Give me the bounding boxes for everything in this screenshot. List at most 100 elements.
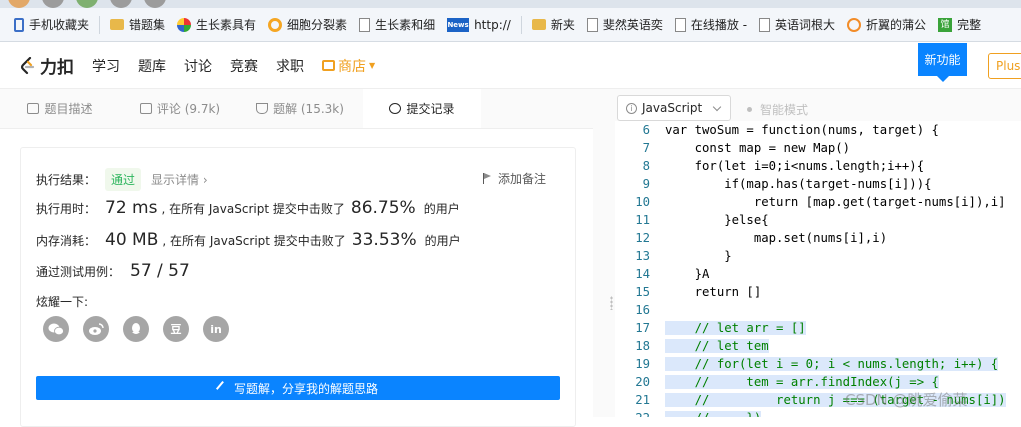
line-number: 21 — [635, 393, 650, 407]
browser-button[interactable] — [42, 0, 64, 8]
code-line[interactable]: 17 // let arr = [] — [615, 319, 1021, 337]
add-note-button[interactable]: 添加备注 — [483, 170, 546, 187]
status-badge: 通过 — [105, 168, 142, 191]
language-value: JavaScript — [642, 101, 703, 115]
bookmark-item[interactable]: 英语词根大 — [753, 12, 841, 38]
nav-shop[interactable]: 商店 ▼ — [322, 56, 375, 76]
bookmark-item[interactable]: 斐然英语奕 — [581, 12, 669, 38]
tab-submissions[interactable]: 提交记录 — [363, 89, 481, 128]
bookmark-label: 手机收藏夹 — [29, 18, 90, 32]
code-line[interactable]: 15 return [] — [615, 283, 1021, 301]
code-text: map.set(nums[i],i) — [665, 231, 888, 245]
line-number: 20 — [635, 375, 650, 389]
tab-description[interactable]: 题目描述 — [0, 89, 120, 128]
tab-label: 题解 (15.3k) — [273, 102, 344, 116]
code-line[interactable]: 9 if(map.has(target-nums[i])){ — [615, 175, 1021, 193]
code-text: for(let i=0;i<nums.length;i++){ — [665, 159, 925, 173]
code-text: // let arr = [] — [665, 321, 806, 335]
bookmark-item[interactable]: News http:// — [441, 12, 517, 38]
line-number: 6 — [642, 123, 650, 137]
qq-icon[interactable] — [123, 316, 149, 342]
browser-button[interactable] — [76, 0, 98, 8]
code-line[interactable]: 22 // }) — [615, 409, 1021, 417]
code-line[interactable]: 10 return [map.get(target-nums[i]),i] — [615, 193, 1021, 211]
code-line[interactable]: 8 for(let i=0;i<nums.length;i++){ — [615, 157, 1021, 175]
weibo-glyph — [89, 323, 104, 335]
bookmark-item[interactable]: 手机收藏夹 — [8, 12, 95, 38]
code-line[interactable]: 18 // let tem — [615, 337, 1021, 355]
show-details-link[interactable]: 显示详情 › — [151, 171, 208, 188]
wechat-glyph — [48, 323, 64, 336]
language-select[interactable]: i JavaScript — [617, 95, 731, 121]
weibo-icon[interactable] — [83, 316, 109, 342]
chevron-down-icon — [712, 102, 722, 112]
code-line[interactable]: 6 var twoSum = function(nums, target) { — [615, 121, 1021, 139]
info-icon: i — [626, 102, 637, 114]
caret-down-icon: ▼ — [369, 61, 376, 70]
bookmark-label: 错题集 — [129, 18, 166, 32]
phone-icon — [14, 17, 24, 32]
code-line[interactable]: 13 } — [615, 247, 1021, 265]
site-header: 力扣 学习 题库 讨论 竞赛 求职 商店 ▼ 新功能 Plus — [0, 43, 1021, 89]
code-editor[interactable]: 6 var twoSum = function(nums, target) {7 … — [615, 121, 1021, 417]
line-number: 11 — [635, 213, 650, 227]
tab-solutions[interactable]: 题解 (15.3k) — [240, 89, 360, 128]
write-solution-button[interactable]: 写题解，分享我的解题思路 — [36, 376, 560, 400]
tab-label: 题目描述 — [44, 102, 93, 116]
share-label: 炫耀一下: — [36, 295, 89, 309]
bookmark-item[interactable]: 在线播放 - — [669, 12, 753, 38]
wechat-icon[interactable] — [43, 316, 69, 342]
flower-icon — [847, 17, 862, 32]
code-line[interactable]: 7 const map = new Map() — [615, 139, 1021, 157]
bookmark-label: 折翼的蒲公 — [866, 18, 927, 32]
bookmark-label: 生长素具有 — [196, 18, 257, 32]
line-number: 9 — [642, 177, 650, 191]
code-line[interactable]: 12 map.set(nums[i],i) — [615, 229, 1021, 247]
bookmark-item[interactable]: 新夹 — [526, 12, 581, 38]
line-number: 22 — [615, 411, 650, 417]
browser-button[interactable] — [8, 0, 30, 8]
linkedin-icon[interactable]: in — [203, 316, 229, 342]
code-text: } — [665, 249, 732, 263]
leetcode-logo[interactable]: 力扣 — [20, 53, 74, 78]
tests-row: 通过测试用例： 57 / 57 — [36, 261, 194, 281]
bookmark-item[interactable]: 馆完整 — [932, 12, 987, 38]
line-number: 18 — [635, 339, 650, 353]
tab-comments[interactable]: 评论 (9.7k) — [120, 89, 240, 128]
runtime-suffix: 的用户 — [423, 202, 460, 216]
nav-learn[interactable]: 学习 — [92, 56, 120, 76]
bookmark-separator — [520, 15, 522, 34]
file-icon — [586, 17, 598, 32]
bookmark-item[interactable]: 生长素和细 — [353, 12, 441, 38]
code-line[interactable]: 11 }else{ — [615, 211, 1021, 229]
nav-jobs[interactable]: 求职 — [276, 56, 304, 76]
line-number: 10 — [635, 195, 650, 209]
code-line[interactable]: 14 }A — [615, 265, 1021, 283]
browser-button[interactable] — [110, 0, 132, 8]
new-feature-button[interactable]: 新功能 — [918, 43, 967, 82]
logo-text: 力扣 — [40, 58, 74, 78]
nav-contest[interactable]: 竞赛 — [230, 56, 258, 76]
bookmark-item[interactable]: 生长素具有 — [171, 12, 262, 38]
pane-splitter[interactable] — [593, 89, 615, 417]
drag-handle-icon[interactable] — [610, 296, 613, 310]
tab-label: 提交记录 — [406, 102, 455, 116]
nav-problems[interactable]: 题库 — [138, 56, 166, 76]
nav-shop-label: 商店 — [338, 58, 366, 75]
bookmark-item[interactable]: 折翼的蒲公 — [841, 12, 932, 38]
bookmark-item[interactable]: 细胞分裂素 — [262, 12, 353, 38]
runtime-text: , 在所有 JavaScript 提交中击败了 — [161, 202, 345, 216]
nav-discuss[interactable]: 讨论 — [184, 56, 212, 76]
plus-button[interactable]: Plus — [988, 53, 1021, 79]
memory-value: 40 MB — [105, 230, 159, 250]
bookmark-label: 斐然英语奕 — [602, 18, 663, 32]
pen-icon — [215, 380, 231, 396]
douban-icon[interactable]: 豆 — [163, 316, 189, 342]
browser-button[interactable] — [144, 0, 166, 8]
status-row: 执行结果： 通过 显示详情 › — [36, 168, 208, 191]
code-text: // tem = arr.findIndex(j => { — [665, 375, 939, 389]
bookmark-item[interactable]: 错题集 — [104, 12, 171, 38]
smart-mode-toggle[interactable]: 智能模式 — [747, 101, 808, 118]
code-line[interactable]: 16 — [615, 301, 1021, 319]
code-line[interactable]: 19 // for(let i = 0; i < nums.length; i+… — [615, 355, 1021, 373]
